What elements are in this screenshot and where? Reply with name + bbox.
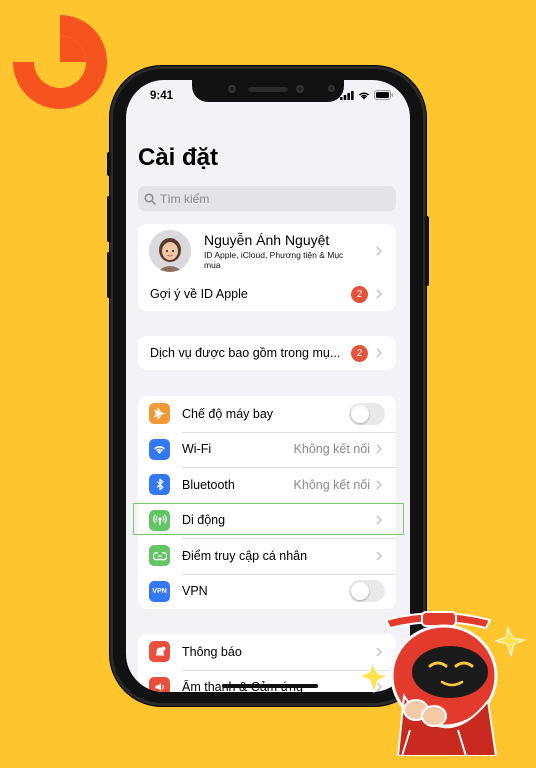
avatar [149, 229, 191, 272]
bluetooth-icon [149, 474, 170, 496]
cellular-row[interactable]: Di động [138, 502, 396, 539]
chevron-right-icon [376, 515, 386, 525]
wifi-label: Wi-Fi [182, 442, 212, 457]
airplane-icon [149, 403, 170, 425]
apple-id-suggestions-label: Gợi ý về ID Apple [150, 287, 248, 301]
bluetooth-status: Không kết nối [293, 477, 370, 492]
notification-badge: 2 [351, 285, 368, 303]
profile-subtitle: ID Apple, iCloud, Phương tiện & Mục mua [204, 249, 344, 270]
cellular-icon [149, 509, 170, 531]
vpn-icon: VPN [149, 580, 170, 602]
vpn-label: VPN [182, 584, 208, 599]
profile-group: Nguyễn Ánh Nguyệt ID Apple, iCloud, Phươ… [138, 224, 396, 311]
wifi-status-icon [358, 92, 370, 99]
cellular-label: Di động [182, 513, 226, 528]
profile-name: Nguyễn Ánh Nguyệt [204, 231, 330, 248]
home-indicator [222, 684, 318, 688]
personal-hotspot-label: Điểm truy cập cá nhân [182, 548, 308, 563]
vpn-toggle[interactable] [349, 580, 385, 603]
profile-row[interactable]: Nguyễn Ánh Nguyệt ID Apple, iCloud, Phươ… [138, 224, 396, 277]
search-icon [144, 192, 156, 205]
notch [192, 80, 344, 102]
brand-logo [12, 14, 107, 109]
chevron-right-icon [376, 348, 386, 358]
included-services-label: Dịch vụ được bao gồm trong mụ... [150, 346, 341, 360]
bell-icon [149, 641, 170, 663]
airplane-mode-toggle[interactable] [349, 402, 385, 425]
notification-badge: 2 [351, 344, 368, 362]
settings-screen: 9:41 Cài đặt Tìm kiếm Nguyễn Ánh Nguyệt … [126, 80, 410, 692]
chevron-right-icon [376, 551, 386, 561]
included-services-row[interactable]: Dịch vụ được bao gồm trong mụ... 2 [138, 336, 396, 370]
bluetooth-row[interactable]: Bluetooth Không kết nối [138, 467, 396, 503]
chevron-right-icon [376, 444, 386, 454]
hotspot-icon [149, 545, 170, 567]
chevron-right-icon [376, 289, 386, 299]
apple-id-suggestions-row[interactable]: Gợi ý về ID Apple 2 [138, 277, 396, 311]
page-title: Cài đặt [138, 144, 219, 171]
sound-icon [149, 676, 170, 692]
connectivity-group: Chế độ máy bay Wi-Fi Không kết nối Bluet… [138, 396, 396, 609]
wifi-row[interactable]: Wi-Fi Không kết nối [138, 431, 396, 468]
mascot-sticker [358, 611, 526, 756]
airplane-mode-row: Chế độ máy bay [138, 396, 396, 432]
wifi-status: Không kết nối [293, 442, 370, 457]
bluetooth-label: Bluetooth [182, 477, 235, 492]
notifications-label: Thông báo [182, 644, 242, 659]
search-bar[interactable]: Tìm kiếm [138, 186, 396, 211]
vpn-row: VPN VPN [138, 573, 396, 610]
chevron-right-icon [376, 480, 386, 490]
search-placeholder: Tìm kiếm [160, 191, 210, 206]
status-time: 9:41 [150, 90, 174, 102]
services-group: Dịch vụ được bao gồm trong mụ... 2 [138, 336, 396, 370]
chevron-right-icon [376, 245, 386, 256]
airplane-mode-label: Chế độ máy bay [182, 406, 274, 421]
wifi-icon [149, 438, 170, 460]
battery-icon [374, 90, 393, 100]
personal-hotspot-row[interactable]: Điểm truy cập cá nhân [138, 538, 396, 574]
